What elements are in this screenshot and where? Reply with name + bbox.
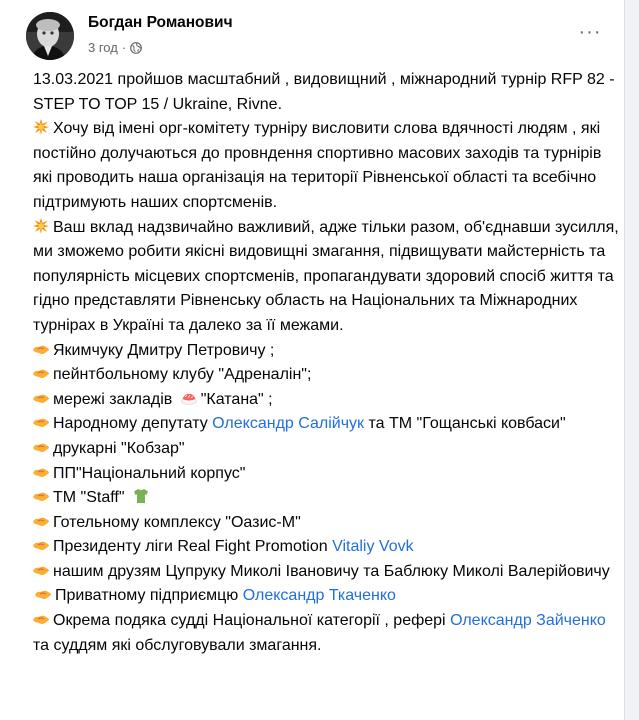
thanks-item-text: мережі закладів: [53, 390, 173, 408]
thanks-item-text: Окрема подяка судді Національної категор…: [53, 612, 446, 630]
thanks-item: ТМ "Staff": [33, 486, 621, 511]
handshake-emoji: [33, 566, 49, 575]
post-body: 13.03.2021 пройшов масштабний , видовищн…: [33, 68, 621, 658]
handshake-emoji: [33, 418, 49, 428]
thanks-item-text: ПП"Національний корпус": [53, 464, 246, 482]
handshake-emoji: [33, 394, 49, 403]
collision-emoji: [33, 217, 49, 234]
globe-icon: [130, 41, 143, 54]
thanks-item: мережі закладів "Катана" ;: [33, 388, 621, 413]
author-avatar[interactable]: [26, 12, 74, 60]
handshake-emoji: [33, 369, 49, 379]
collision-emoji: [33, 119, 49, 136]
thanks-item-text: пейнтбольному клубу "Адреналін";: [53, 366, 312, 384]
handshake-emoji: [33, 492, 49, 502]
thanks-item-text: Президенту ліги Real Fight Promotion: [53, 538, 328, 556]
sushi-emoji: [180, 393, 197, 405]
avatar-image: [26, 12, 74, 60]
handshake-emoji: [33, 345, 49, 354]
handshake-emoji: [33, 541, 49, 551]
thanks-item-text-2: та суддям які обслуговували змагання.: [33, 636, 322, 654]
more-options-icon[interactable]: ···: [578, 20, 602, 44]
handshake-emoji: [35, 591, 51, 600]
tagged-person-link[interactable]: Vitaliy Vovk: [332, 538, 414, 555]
post-time[interactable]: 3 год: [88, 40, 118, 55]
thanks-item-text: нашим друзям Цупруку Миколі Івановичу та…: [53, 562, 610, 580]
post-paragraph-intro: 13.03.2021 пройшов масштабний , видовищн…: [33, 71, 615, 113]
tagged-person-link[interactable]: Олександр Зайченко: [450, 612, 606, 629]
thanks-item-text: Народному депутату: [53, 415, 208, 433]
post-paragraph-2: Ваш вклад надзвичайно важливий, адже тіл…: [33, 216, 621, 339]
tagged-person-link[interactable]: Олександр Ткаченко: [243, 587, 396, 604]
handshake-emoji: [33, 443, 49, 452]
handshake-emoji: [33, 517, 49, 526]
post-meta: 3 год ·: [88, 40, 143, 55]
thanks-item-text-2: та ТМ "Гощанські ковбаси": [368, 415, 566, 433]
thanks-item-text: друкарні "Кобзар": [53, 439, 185, 457]
thanks-item-text: Якимчуку Дмитру Петровичу ;: [53, 341, 275, 359]
post-paragraph-1: Хочу від імені орг-комітету турніру висл…: [33, 117, 621, 215]
post-header: Богдан Романович 3 год · ···: [16, 8, 616, 64]
thanks-item: Якимчуку Дмитру Петровичу ;: [33, 339, 621, 364]
thanks-item-text-2: "Катана" ;: [200, 390, 273, 408]
post-card: Богдан Романович 3 год · ··· 13.03.2021 …: [0, 0, 625, 720]
paragraph-1-text: Хочу від імені орг-комітету турніру висл…: [33, 120, 602, 211]
shirt-emoji: [133, 489, 148, 504]
thanks-item-text-2: Приватному підприємцю: [55, 587, 239, 605]
author-name[interactable]: Богдан Романович: [88, 14, 233, 32]
thanks-item: друкарні "Кобзар": [33, 437, 621, 462]
thanks-item-text: ТМ "Staff": [53, 489, 125, 507]
tagged-person-link[interactable]: Олександр Салійчук: [212, 415, 364, 432]
thanks-item: Президенту ліги Real Fight Promotion Vit…: [33, 535, 621, 560]
thanks-item: Готельному комплексу "Оазис-М": [33, 511, 621, 536]
paragraph-2-text: Ваш вклад надзвичайно важливий, адже тіл…: [33, 218, 619, 334]
thanks-item: пейнтбольному клубу "Адреналін";: [33, 363, 621, 388]
meta-separator: ·: [121, 40, 127, 55]
handshake-emoji: [33, 468, 49, 477]
handshake-emoji: [33, 615, 49, 625]
thanks-item: нашим друзям Цупруку Миколі Івановичу та…: [33, 560, 621, 609]
thanks-item-text: Готельному комплексу "Оазис-М": [53, 513, 301, 531]
thanks-item: ПП"Національний корпус": [33, 462, 621, 487]
thanks-item: Народному депутату Олександр Салійчук та…: [33, 412, 621, 437]
thanks-item: Окрема подяка судді Національної категор…: [33, 609, 621, 658]
